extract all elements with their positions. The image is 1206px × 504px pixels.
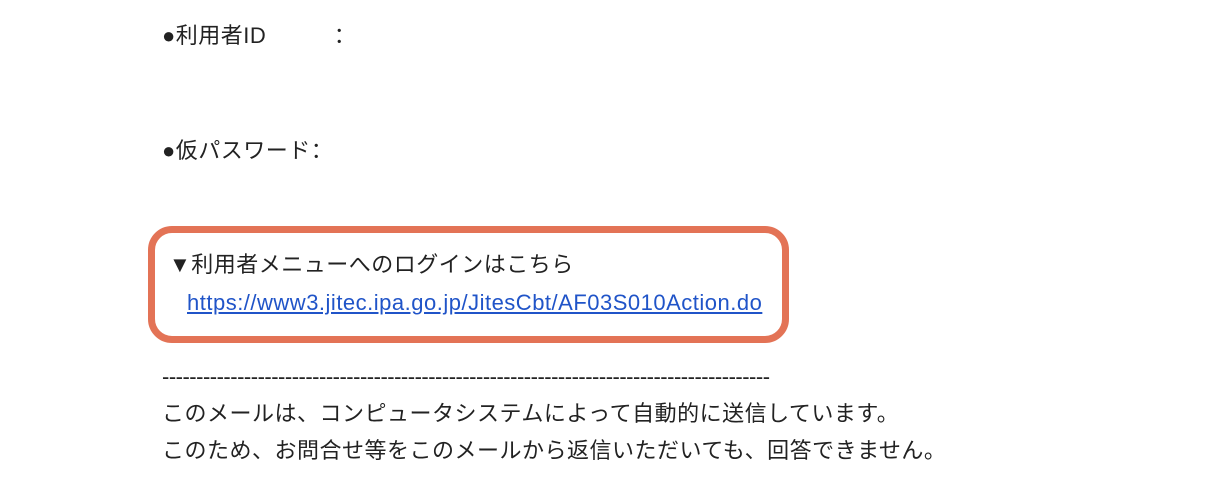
login-heading: ▼利用者メニューへのログインはこちら (169, 247, 762, 282)
login-callout: ▼利用者メニューへのログインはこちら https://www3.jitec.ip… (148, 226, 789, 342)
login-link[interactable]: https://www3.jitec.ipa.go.jp/JitesCbt/AF… (187, 290, 762, 315)
auto-send-note-2: このため、お問合せ等をこのメールから返信いただいても、回答できません。 (162, 433, 1206, 468)
spacer (162, 61, 1206, 133)
email-body: ●利用者ID ： ●仮パスワード： ▼利用者メニューへのログインはこちら htt… (0, 0, 1206, 468)
login-link-line: https://www3.jitec.ipa.go.jp/JitesCbt/AF… (187, 285, 762, 320)
user-id-label: ●利用者ID ： (162, 18, 1206, 53)
temp-password-label: ●仮パスワード： (162, 133, 1206, 168)
divider-line: ----------------------------------------… (162, 359, 1206, 394)
spacer (162, 176, 1206, 226)
auto-send-note-1: このメールは、コンピュータシステムによって自動的に送信しています。 (162, 396, 1206, 431)
